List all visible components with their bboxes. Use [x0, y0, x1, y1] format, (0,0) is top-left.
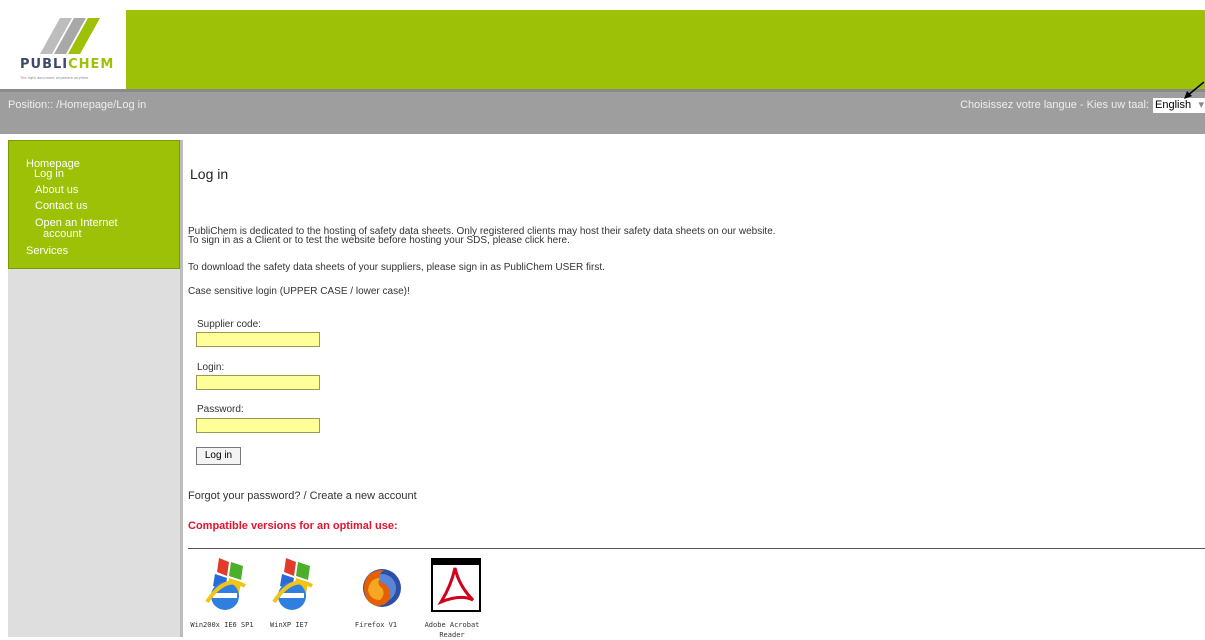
firefox-icon [362, 569, 401, 607]
publichem-logo[interactable]: PUBLICHEM The right document anywhere an… [8, 10, 126, 89]
download-instructions: To download the safety data sheets of yo… [188, 262, 605, 273]
sidebar-item-about-us[interactable]: About us [35, 184, 78, 196]
supplier-code-input[interactable] [196, 332, 320, 347]
browser-caption: Win200x IE6 SP1 [190, 621, 254, 629]
logo-wordmark-left: PUBLI [20, 57, 69, 72]
browser-item-ie7[interactable]: WinXP IE7 [256, 556, 322, 629]
content-divider [188, 548, 1205, 549]
intro-text-line2[interactable]: To sign in as a Client or to test the we… [188, 235, 570, 246]
case-sensitive-note: Case sensitive login (UPPER CASE / lower… [188, 286, 410, 297]
compatibility-heading: Compatible versions for an optimal use: [188, 520, 398, 532]
language-label: Choisissez votre langue - Kies uw taal: [960, 99, 1149, 111]
logo-wordmark-right: CHEM [68, 57, 115, 72]
breadcrumb: Position:: /Homepage/Log in [8, 99, 147, 111]
browser-caption: WinXP IE7 [270, 621, 308, 629]
browser-item-ie6[interactable]: Win200x IE6 SP1 [189, 556, 255, 629]
acrobat-icon [431, 558, 481, 612]
account-links[interactable]: Forgot your password? / Create a new acc… [188, 490, 417, 502]
sidebar-item-open-account-cont[interactable]: account [43, 228, 82, 240]
sidebar-nav: Homepage Log in About us Contact us Open… [8, 140, 180, 269]
login-input[interactable] [196, 375, 320, 390]
sidebar: Homepage Log in About us Contact us Open… [8, 140, 180, 637]
ie-icon [205, 558, 247, 610]
password-input[interactable] [196, 418, 320, 433]
login-label: Login: [197, 362, 225, 373]
logo-tagline: The right document anywhere anytime [20, 76, 89, 80]
page-title: Log in [190, 166, 229, 182]
log-in-button[interactable]: Log in [196, 447, 241, 465]
mouse-pointer-arrow-icon [1184, 81, 1205, 99]
sidebar-item-contact-us[interactable]: Contact us [35, 200, 88, 212]
browser-caption: Adobe Acrobat Reader [424, 621, 480, 639]
logo-stripes-icon [40, 18, 100, 54]
position-bar: Position:: /Homepage/Log in Choisissez v… [0, 89, 1205, 134]
browser-item-firefox[interactable]: Firefox V1 [343, 556, 409, 629]
browser-caption: Firefox V1 [354, 621, 398, 629]
password-label: Password: [197, 404, 244, 415]
sidebar-item-services[interactable]: Services [26, 245, 68, 257]
header-banner [8, 10, 1205, 89]
supplier-code-label: Supplier code: [197, 319, 261, 330]
browser-item-acrobat[interactable]: Adobe Acrobat Reader [419, 556, 485, 639]
ie-icon [272, 558, 314, 610]
header: PUBLICHEM The right document anywhere an… [0, 0, 1205, 89]
sidebar-item-log-in[interactable]: Log in [34, 168, 64, 180]
sidebar-divider [180, 140, 183, 637]
logo-wordmark: PUBLICHEM [20, 57, 114, 72]
